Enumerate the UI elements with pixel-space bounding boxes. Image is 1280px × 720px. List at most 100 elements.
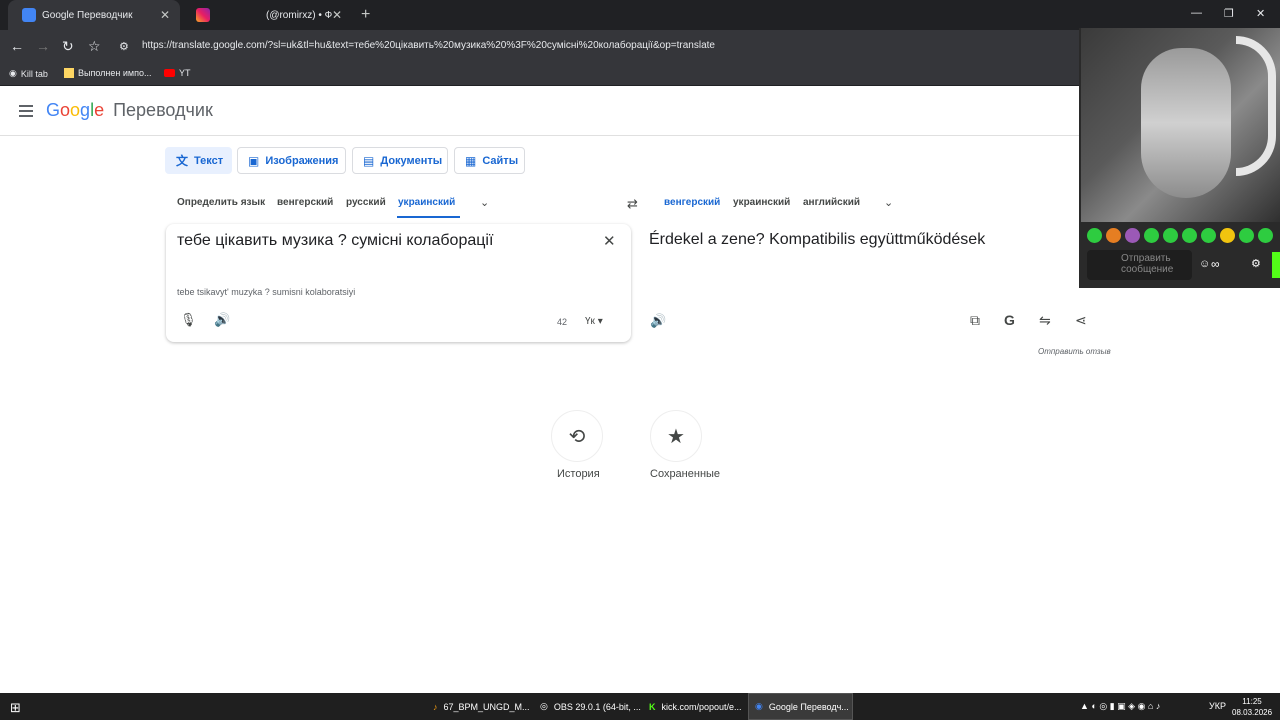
input-language[interactable]: УКР	[1209, 701, 1226, 711]
tray-icons[interactable]: ▲ ◐ ◎ ▮ ▣ ◈ ◉ ⌂ ♪	[1080, 701, 1160, 712]
webcam-overlay: Отправить сообщение ☺ ∞ ⚙	[1079, 28, 1280, 288]
reload-icon[interactable]: ↻	[62, 38, 74, 55]
mode-label: Текст	[194, 154, 224, 167]
webcam-feed	[1081, 28, 1280, 222]
target-lang-more-chevron-icon[interactable]: ⌄	[884, 196, 893, 209]
mode-sites-button[interactable]: ▦ Сайты	[454, 147, 525, 174]
taskbar-label: OBS 29.0.1 (64-bit, ...	[553, 701, 641, 712]
source-lang-detect[interactable]: Определить язык	[177, 197, 265, 208]
emote-icon[interactable]	[1106, 227, 1121, 243]
system-clock[interactable]: 11:25 08.03.2026	[1232, 696, 1272, 718]
target-lang-ukrainian[interactable]: украинский	[733, 197, 790, 208]
translate-icon: 文	[176, 154, 189, 168]
emote-icon[interactable]	[1125, 227, 1140, 243]
emoji-icon[interactable]: ☺	[1199, 258, 1210, 270]
rate-translation-icon[interactable]: ⇋	[1039, 312, 1051, 329]
windows-start-icon[interactable]: ⊞	[10, 700, 21, 716]
emote-icon[interactable]	[1220, 227, 1235, 243]
logo-letter: o	[70, 100, 81, 120]
emote-icon[interactable]	[1239, 227, 1254, 243]
main-menu-icon[interactable]	[19, 105, 33, 117]
chat-placeholder: Отправить сообщение	[1121, 253, 1174, 275]
globe-icon: ◉	[9, 68, 17, 78]
emote-icon[interactable]	[1144, 227, 1159, 243]
emote-icon[interactable]	[1087, 227, 1102, 243]
tab-instagram[interactable]: (@romirxz) • Фото ✕	[182, 0, 352, 30]
site-info-icon[interactable]: ⚙	[119, 40, 129, 53]
back-icon[interactable]: ←	[10, 38, 24, 54]
forward-icon[interactable]: →	[36, 38, 50, 54]
emote-icon[interactable]	[1258, 227, 1273, 243]
taskbar-item-fl-studio[interactable]: ♪ 67_BPM_UNGD_M...	[427, 693, 530, 720]
history-icon[interactable]: ⟲	[551, 410, 603, 462]
source-lang-more-chevron-icon[interactable]: ⌄	[480, 196, 489, 209]
source-lang-ukrainian[interactable]: украинский	[398, 197, 455, 208]
send-feedback-link[interactable]: Отправить отзыв	[1038, 347, 1111, 356]
target-lang-english[interactable]: английский	[803, 197, 860, 208]
mode-images-button[interactable]: ▣ Изображения	[237, 147, 346, 174]
saved-star-icon[interactable]: ★	[650, 410, 702, 462]
tab-close-icon[interactable]: ✕	[160, 8, 170, 22]
mode-label: Документы	[380, 154, 443, 167]
bookmark-star-icon[interactable]: ☆	[88, 38, 101, 55]
taskbar-label: 67_BPM_UNGD_M...	[443, 701, 530, 712]
google-search-icon[interactable]: G	[1004, 312, 1015, 328]
url-field[interactable]: https://translate.google.com/?sl=uk&tl=h…	[142, 40, 715, 51]
chat-extras-icon[interactable]: ∞	[1211, 257, 1220, 271]
target-lang-hungarian[interactable]: венгерский	[664, 197, 720, 208]
taskbar-label: Google Переводч...	[768, 701, 849, 712]
character-count: 42	[557, 317, 568, 327]
image-icon: ▣	[248, 153, 260, 168]
tab-title: (@romirxz) • Фото	[266, 9, 332, 21]
emote-icon[interactable]	[1182, 227, 1197, 243]
minimize-button[interactable]: —	[1191, 7, 1202, 19]
bookmark-label: Выполнен импо...	[78, 68, 152, 78]
keyboard-selector[interactable]: Үк ▾	[585, 316, 603, 327]
instagram-favicon-icon	[196, 8, 210, 22]
kick-icon: K	[649, 701, 656, 712]
tab-google-translate[interactable]: Google Переводчик ✕	[8, 0, 180, 30]
tab-close-icon[interactable]: ✕	[332, 8, 342, 22]
taskbar-item-kick[interactable]: K kick.com/popout/e...	[643, 693, 746, 720]
close-window-button[interactable]: ✕	[1256, 7, 1265, 20]
emote-icon[interactable]	[1201, 227, 1216, 243]
new-tab-button[interactable]: +	[361, 6, 370, 24]
settings-gear-icon[interactable]: ⚙	[1251, 257, 1261, 270]
fl-studio-icon: ♪	[433, 701, 438, 712]
copy-translation-icon[interactable]: ⧉	[970, 312, 980, 329]
bookmark-import[interactable]: Выполнен импо...	[64, 68, 151, 78]
saved-label[interactable]: Сохраненные	[650, 468, 720, 480]
chat-input[interactable]: Отправить сообщение	[1087, 250, 1192, 280]
taskbar-item-google-translate[interactable]: ◉ Google Переводч...	[748, 693, 853, 720]
microphone-icon[interactable]: 🎙	[180, 312, 197, 328]
emote-icon[interactable]	[1163, 227, 1178, 243]
folder-icon	[64, 68, 74, 78]
share-icon[interactable]: ⋖	[1075, 312, 1087, 329]
bookmark-label: Kill tab	[20, 68, 48, 79]
logo-letter: g	[80, 100, 91, 120]
bookmark-label: YT	[179, 68, 191, 78]
send-chat-button[interactable]	[1272, 252, 1280, 278]
mode-documents-button[interactable]: ▤ Документы	[352, 147, 448, 174]
bookmark-yt[interactable]: YT	[164, 68, 191, 78]
google-translate-logo[interactable]: Google Переводчик	[46, 100, 213, 121]
source-text-input[interactable]: тебе цікавить музика ? сумісні колаборац…	[177, 232, 493, 250]
keyboard-label: Үк	[585, 316, 595, 327]
swap-languages-icon[interactable]: ⇄	[627, 196, 638, 212]
mode-label: Сайты	[482, 154, 519, 167]
history-label[interactable]: История	[557, 468, 600, 480]
youtube-icon	[164, 69, 175, 77]
clear-source-icon[interactable]: ✕	[603, 232, 616, 250]
translate-favicon-icon	[22, 8, 36, 22]
logo-letter: G	[46, 100, 61, 120]
source-lang-hungarian[interactable]: венгерский	[277, 197, 333, 208]
clock-date: 08.03.2026	[1232, 708, 1273, 717]
maximize-button[interactable]: ❐	[1224, 7, 1234, 20]
listen-translation-icon[interactable]: 🔊	[650, 313, 666, 329]
source-lang-russian[interactable]: русский	[346, 197, 386, 208]
taskbar-label: kick.com/popout/e...	[661, 701, 742, 712]
mode-text-button[interactable]: 文 Текст	[165, 147, 232, 174]
taskbar-item-obs[interactable]: ◎ OBS 29.0.1 (64-bit, ...	[534, 693, 641, 720]
listen-source-icon[interactable]: 🔊	[214, 312, 230, 328]
bookmark-kill-tab[interactable]: ◉ Kill tab	[9, 68, 48, 79]
